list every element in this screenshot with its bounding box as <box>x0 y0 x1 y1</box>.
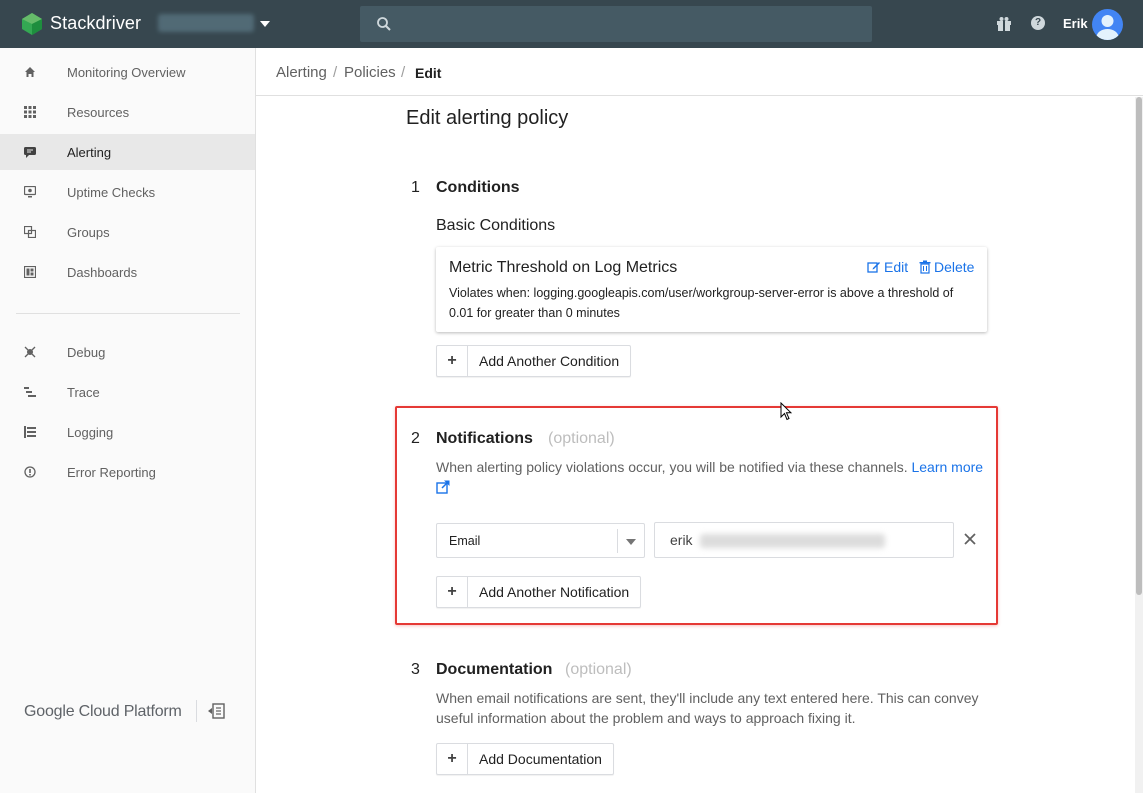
sidebar-item-error-reporting[interactable]: Error Reporting <box>0 454 255 490</box>
collapse-sidebar-icon[interactable] <box>207 703 225 719</box>
edit-icon <box>867 262 880 273</box>
breadcrumb-edit: Edit <box>415 65 442 81</box>
section-title-notifications: Notifications <box>436 430 533 447</box>
sidebar-item-monitoring-overview[interactable]: Monitoring Overview <box>0 54 255 90</box>
user-avatar-icon <box>1096 15 1119 40</box>
chevron-down-icon[interactable] <box>260 21 270 27</box>
groups-icon <box>24 226 36 238</box>
step-number-documentation: 3 <box>411 661 420 678</box>
condition-card: Metric Threshold on Log Metrics Edit Del… <box>436 247 987 332</box>
page-title: Edit alerting policy <box>406 107 569 129</box>
plus-icon: + <box>437 744 468 774</box>
brand-name[interactable]: Stackdriver <box>50 13 141 34</box>
plus-icon: + <box>437 577 468 607</box>
top-bar: Stackdriver ? Erik <box>0 0 1143 48</box>
step-number-notifications: 2 <box>411 430 420 447</box>
chevron-down-icon <box>626 539 636 545</box>
section-title-documentation: Documentation <box>436 661 553 678</box>
sidebar-item-alerting[interactable]: Alerting <box>0 134 255 170</box>
sidebar-item-debug[interactable]: Debug <box>0 334 255 370</box>
select-divider <box>617 529 618 553</box>
sidebar-item-dashboards[interactable]: Dashboards <box>0 254 255 290</box>
delete-condition-button[interactable]: Delete <box>919 259 974 275</box>
plus-icon: + <box>437 346 468 376</box>
notifications-description: When alerting policy violations occur, y… <box>436 459 984 475</box>
scrollbar[interactable] <box>1135 97 1143 793</box>
sidebar: Monitoring Overview Resources Alerting U… <box>0 48 256 793</box>
external-link-icon[interactable] <box>436 480 450 494</box>
add-another-condition-button[interactable]: + Add Another Condition <box>436 345 632 377</box>
mouse-cursor-icon <box>780 402 792 421</box>
home-icon <box>25 67 35 77</box>
sidebar-item-uptime-checks[interactable]: Uptime Checks <box>0 174 255 210</box>
close-icon[interactable] <box>963 532 977 546</box>
optional-label: (optional) <box>565 661 632 678</box>
breadcrumb-policies[interactable]: Policies <box>344 64 396 81</box>
sidebar-item-groups[interactable]: Groups <box>0 214 255 250</box>
monitor-icon <box>24 186 36 198</box>
learn-more-link[interactable]: Learn more <box>911 459 983 475</box>
gcp-logo: Google Cloud Platform <box>24 703 182 720</box>
dashboard-icon <box>24 266 36 278</box>
search-input[interactable] <box>360 6 872 42</box>
stackdriver-logo-icon[interactable] <box>20 12 44 36</box>
project-selector[interactable] <box>158 14 254 32</box>
breadcrumb-separator: / <box>333 64 338 81</box>
add-documentation-button[interactable]: + Add Documentation <box>436 743 614 775</box>
gift-icon[interactable] <box>996 16 1012 32</box>
redacted-email <box>700 534 885 548</box>
add-another-notification-button[interactable]: + Add Another Notification <box>436 576 642 608</box>
step-number-conditions: 1 <box>411 179 420 196</box>
footer-divider <box>196 700 197 722</box>
debug-icon <box>24 346 36 358</box>
alert-icon <box>24 147 36 158</box>
logging-icon <box>24 426 36 438</box>
help-icon[interactable]: ? <box>1031 16 1045 30</box>
grid-icon <box>24 106 36 118</box>
trace-icon <box>24 387 36 397</box>
sidebar-divider <box>16 313 240 314</box>
breadcrumb: Alerting / Policies / Edit <box>256 48 1143 96</box>
condition-description: Violates when: logging.googleapis.com/us… <box>449 286 954 320</box>
section-title-conditions: Conditions <box>436 179 520 196</box>
breadcrumb-alerting[interactable]: Alerting <box>276 64 327 81</box>
error-reporting-icon <box>24 466 36 478</box>
documentation-description: When email notifications are sent, they'… <box>436 690 979 726</box>
basic-conditions-heading: Basic Conditions <box>436 217 556 234</box>
trash-icon <box>919 260 931 274</box>
condition-title: Metric Threshold on Log Metrics <box>449 259 678 276</box>
edit-condition-button[interactable]: Edit <box>867 259 908 275</box>
optional-label: (optional) <box>548 430 615 447</box>
sidebar-item-resources[interactable]: Resources <box>0 94 255 130</box>
user-name[interactable]: Erik <box>1063 16 1088 31</box>
notification-channel-select[interactable]: Email <box>436 523 645 558</box>
sidebar-item-trace[interactable]: Trace <box>0 374 255 410</box>
avatar[interactable] <box>1092 9 1123 40</box>
email-field[interactable]: erik <box>654 522 954 558</box>
breadcrumb-separator: / <box>401 64 406 81</box>
sidebar-item-logging[interactable]: Logging <box>0 414 255 450</box>
search-icon <box>377 17 391 31</box>
scrollbar-thumb[interactable] <box>1136 97 1142 595</box>
